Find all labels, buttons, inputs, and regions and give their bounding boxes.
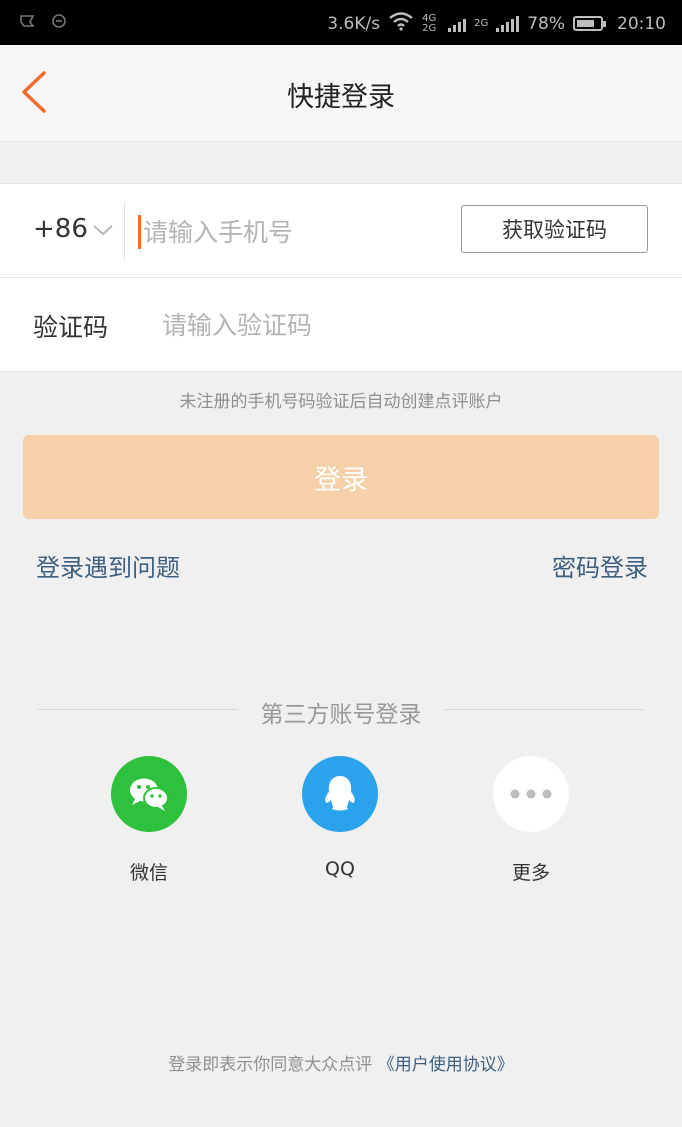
phone-input[interactable] (141, 211, 445, 253)
get-code-button[interactable]: 获取验证码 (461, 205, 648, 253)
country-code-selector[interactable]: +86 (33, 214, 114, 244)
nav-bar: 快捷登录 (0, 45, 682, 142)
wechat-icon (111, 756, 187, 832)
code-row: 验证码 (0, 277, 682, 371)
qq-icon (302, 756, 378, 832)
login-button[interactable]: 登录 (23, 435, 659, 519)
code-input[interactable] (160, 304, 584, 346)
status-bar: 3.6K/s 4G 2G 2G 78% 20:10 (0, 0, 682, 45)
more-icon (493, 756, 569, 832)
network-speed: 3.6K/s (327, 13, 381, 34)
wechat-login-button[interactable]: 微信 (89, 756, 209, 885)
third-party-header: 第三方账号登录 (38, 695, 644, 728)
network-type-a: 4G 2G (422, 12, 437, 34)
wifi-icon (388, 11, 414, 36)
battery-percent: 78% (527, 13, 565, 34)
signal-a-icon (448, 16, 467, 32)
battery-icon (573, 16, 606, 31)
register-hint: 未注册的手机号码验证后自动创建点评账户 (179, 392, 503, 412)
agreement-prefix: 登录即表示你同意大众点评 (168, 1055, 373, 1075)
country-code: +86 (33, 214, 88, 244)
more-login-button[interactable]: 更多 (471, 756, 591, 885)
qq-login-button[interactable]: QQ (280, 756, 400, 880)
password-login-link[interactable]: 密码登录 (552, 548, 648, 583)
user-agreement-link[interactable]: 《用户使用协议》 (378, 1055, 514, 1075)
third-party-title: 第三方账号登录 (260, 702, 422, 728)
signal-b-icon (496, 15, 520, 32)
phone-row: +86 获取验证码 (0, 184, 682, 277)
app-notification-icon (50, 12, 68, 35)
divider (444, 709, 644, 710)
more-label: 更多 (511, 862, 550, 884)
code-label: 验证码 (33, 313, 109, 342)
login-form: +86 获取验证码 验证码 (0, 183, 682, 372)
login-problem-link[interactable]: 登录遇到问题 (36, 548, 180, 583)
qq-label: QQ (325, 858, 355, 880)
chevron-down-icon (92, 214, 114, 244)
clock: 20:10 (617, 13, 666, 34)
wechat-label: 微信 (129, 862, 168, 884)
divider (124, 202, 125, 260)
notification-icon (18, 12, 36, 35)
agreement-text: 登录即表示你同意大众点评 《用户使用协议》 (0, 1050, 682, 1075)
network-type-b: 2G (474, 18, 489, 29)
status-notifications (18, 12, 68, 35)
page-title: 快捷登录 (287, 82, 395, 113)
